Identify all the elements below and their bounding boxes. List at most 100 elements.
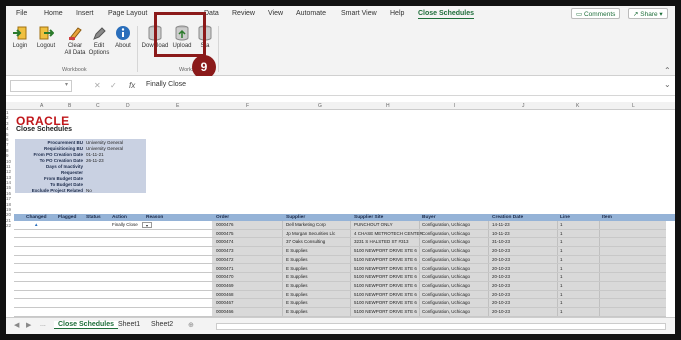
supplier-site-cell[interactable]: 3231 S HALSTED ST #313 xyxy=(354,239,408,244)
line-cell[interactable]: 1 xyxy=(560,283,563,288)
creation-date-cell[interactable]: 14-11-23 xyxy=(492,222,510,227)
line-cell[interactable]: 1 xyxy=(560,300,563,305)
creation-date-cell[interactable]: 31-10-23 xyxy=(492,239,510,244)
buyer-cell[interactable]: Configuration, Uchicago xyxy=(422,248,470,253)
row-number[interactable]: 22 xyxy=(6,223,14,228)
buyer-cell[interactable]: Configuration, Uchicago xyxy=(422,309,470,314)
line-cell[interactable]: 1 xyxy=(560,248,563,253)
supplier-cell[interactable]: E Supplies xyxy=(286,274,308,279)
creation-date-cell[interactable]: 20-10-23 xyxy=(492,283,510,288)
tab-home[interactable]: Home xyxy=(44,10,63,17)
supplier-site-cell[interactable]: 5100 NEWPORT DRIVE STE 6 xyxy=(354,283,417,288)
prev-sheet-icon[interactable]: ◀ xyxy=(14,321,19,329)
supplier-site-cell[interactable]: 5100 NEWPORT DRIVE STE 6 xyxy=(354,248,417,253)
column-title[interactable]: Line xyxy=(560,214,570,221)
order-cell[interactable]: 0000476 xyxy=(216,222,234,227)
buyer-cell[interactable]: Configuration, Uchicago xyxy=(422,283,470,288)
table-row[interactable]: 0000468 E Supplies 5100 NEWPORT DRIVE STE … xyxy=(14,291,666,300)
sheet-tab-close-schedules[interactable]: Close Schedules xyxy=(54,321,119,329)
login-button[interactable]: Login xyxy=(10,25,30,50)
buyer-cell[interactable]: Configuration, Uchicago xyxy=(422,239,470,244)
column-header[interactable]: G xyxy=(318,103,322,109)
supplier-site-cell[interactable]: 4 CHASE METROTECH CENTER xyxy=(354,231,423,236)
tab-view[interactable]: View xyxy=(268,10,283,17)
supplier-site-cell[interactable]: 5100 NEWPORT DRIVE STE 6 xyxy=(354,309,417,314)
column-header[interactable]: J xyxy=(522,103,525,109)
supplier-cell[interactable]: E Supplies xyxy=(286,309,308,314)
column-header[interactable]: I xyxy=(454,103,455,109)
buyer-cell[interactable]: Configuration, Uchicago xyxy=(422,266,470,271)
order-cell[interactable]: 0000470 xyxy=(216,274,234,279)
logout-button[interactable]: Logout xyxy=(33,25,59,50)
column-title[interactable]: Flagged xyxy=(58,214,76,221)
buyer-cell[interactable]: Configuration, Uchicago xyxy=(422,231,470,236)
supplier-site-cell[interactable]: 5100 NEWPORT DRIVE STE 6 xyxy=(354,292,417,297)
table-row[interactable]: ▲ Finally Close 0000476 Dell Marketing Corp… xyxy=(14,221,666,230)
column-title[interactable]: Reason xyxy=(146,214,163,221)
comments-button[interactable]: ▭ Comments xyxy=(571,8,621,19)
creation-date-cell[interactable]: 20-10-23 xyxy=(492,257,510,262)
table-row[interactable]: 0000471 E Supplies 5100 NEWPORT DRIVE STE … xyxy=(14,265,666,274)
supplier-site-cell[interactable]: 5100 NEWPORT DRIVE STE 6 xyxy=(354,257,417,262)
buyer-cell[interactable]: Configuration, Uchicago xyxy=(422,257,470,262)
param-value[interactable]: 01-11-21 xyxy=(86,152,104,157)
table-row[interactable]: 0000472 E Supplies 5100 NEWPORT DRIVE STE … xyxy=(14,256,666,265)
param-value[interactable]: 26-11-23 xyxy=(86,158,104,163)
supplier-cell[interactable]: E Supplies xyxy=(286,292,308,297)
next-sheet-icon[interactable]: ▶ xyxy=(26,321,31,329)
supplier-cell[interactable]: E Supplies xyxy=(286,266,308,271)
order-cell[interactable]: 0000468 xyxy=(216,292,234,297)
name-box[interactable]: ▾ xyxy=(10,80,72,92)
formula-input[interactable]: Finally Close xyxy=(146,81,186,88)
action-dropdown-icon[interactable]: ▾ xyxy=(142,222,152,228)
about-button[interactable]: About xyxy=(112,25,134,50)
sheet-tab-sheet2[interactable]: Sheet2 xyxy=(151,321,173,328)
tab-insert[interactable]: Insert xyxy=(76,10,94,17)
buyer-cell[interactable]: Configuration, Uchicago xyxy=(422,274,470,279)
creation-date-cell[interactable]: 20-10-23 xyxy=(492,266,510,271)
column-header[interactable]: H xyxy=(386,103,390,109)
table-row[interactable]: 0000469 E Supplies 5100 NEWPORT DRIVE STE … xyxy=(14,282,666,291)
clear-all-data-button[interactable]: Clear All Data xyxy=(62,25,88,57)
supplier-cell[interactable]: E Supplies xyxy=(286,248,308,253)
table-row[interactable]: 0000467 E Supplies 5100 NEWPORT DRIVE STE … xyxy=(14,299,666,308)
tab-data[interactable]: Data xyxy=(204,10,219,17)
column-title[interactable]: Action xyxy=(112,214,127,221)
order-cell[interactable]: 0000475 xyxy=(216,231,234,236)
creation-date-cell[interactable]: 20-10-23 xyxy=(492,300,510,305)
tab-file[interactable]: File xyxy=(16,10,27,17)
line-cell[interactable]: 1 xyxy=(560,257,563,262)
line-cell[interactable]: 1 xyxy=(560,274,563,279)
horizontal-scrollbar[interactable] xyxy=(216,323,666,330)
buyer-cell[interactable]: Configuration, Uchicago xyxy=(422,292,470,297)
tab-smart-view[interactable]: Smart View xyxy=(341,10,377,17)
column-header[interactable]: E xyxy=(176,103,179,109)
column-title[interactable]: Status xyxy=(86,214,101,221)
table-row[interactable]: 0000473 E Supplies 5100 NEWPORT DRIVE STE … xyxy=(14,247,666,256)
supplier-cell[interactable]: E Supplies xyxy=(286,283,308,288)
buyer-cell[interactable]: Configuration, Uchicago xyxy=(422,222,470,227)
order-cell[interactable]: 0000469 xyxy=(216,283,234,288)
column-title[interactable]: Item xyxy=(602,214,612,221)
line-cell[interactable]: 1 xyxy=(560,266,563,271)
share-button[interactable]: ↗ Share ▾ xyxy=(628,8,668,19)
column-title[interactable]: Supplier Site xyxy=(354,214,383,221)
sheet-tab-sheet1[interactable]: Sheet1 xyxy=(118,321,140,328)
line-cell[interactable]: 1 xyxy=(560,239,563,244)
supplier-cell[interactable]: Jp Morgan Securities Llc xyxy=(286,231,335,236)
column-header[interactable]: K xyxy=(576,103,579,109)
add-sheet-icon[interactable]: ⊕ xyxy=(188,321,194,329)
column-title[interactable]: Supplier xyxy=(286,214,305,221)
creation-date-cell[interactable]: 20-10-23 xyxy=(492,274,510,279)
param-value[interactable]: University General xyxy=(86,140,123,145)
param-value[interactable]: University General xyxy=(86,146,123,151)
supplier-site-cell[interactable]: 5100 NEWPORT DRIVE STE 6 xyxy=(354,266,417,271)
column-header[interactable]: F xyxy=(246,103,249,109)
column-header[interactable]: B xyxy=(68,103,71,109)
supplier-site-cell[interactable]: 5100 NEWPORT DRIVE STE 6 xyxy=(354,274,417,279)
order-cell[interactable]: 0000471 xyxy=(216,266,234,271)
supplier-cell[interactable]: E Supplies xyxy=(286,257,308,262)
expand-formula-icon[interactable]: ⌄ xyxy=(664,80,671,89)
creation-date-cell[interactable]: 10-11-23 xyxy=(492,231,510,236)
more-sheets-icon[interactable]: ... xyxy=(40,321,46,328)
